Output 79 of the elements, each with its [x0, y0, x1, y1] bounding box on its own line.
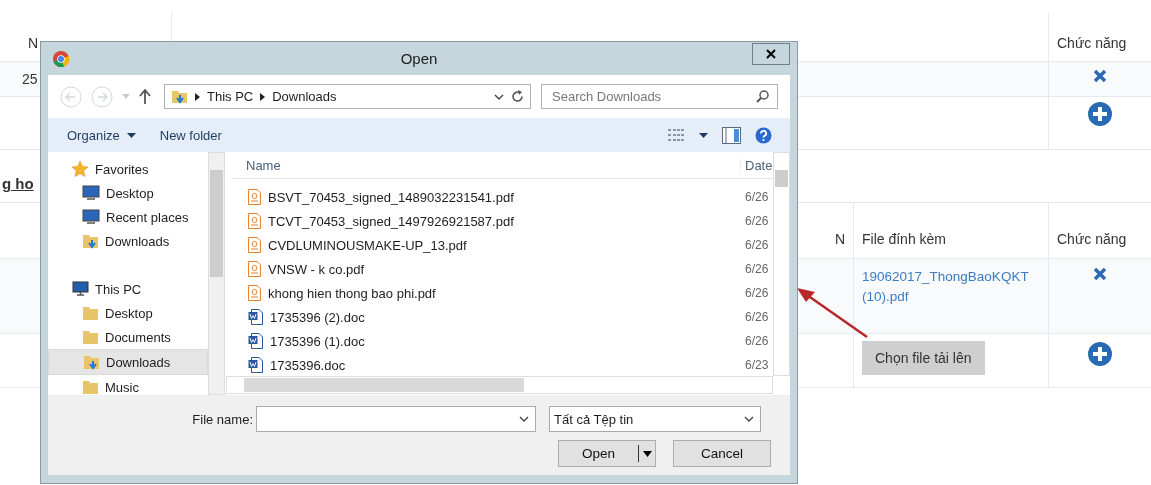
delete-icon[interactable]: [1093, 69, 1107, 83]
add-icon[interactable]: [1087, 341, 1113, 367]
breadcrumb-item[interactable]: This PC: [207, 89, 254, 104]
scrollbar[interactable]: [773, 152, 790, 376]
pdf-file-icon: [248, 285, 261, 301]
nav-item[interactable]: Recent places: [48, 205, 208, 229]
word-file-icon: [248, 309, 263, 325]
nav-item[interactable]: Desktop: [48, 301, 208, 325]
column-header: N: [834, 231, 845, 247]
new-folder-button[interactable]: New folder: [154, 125, 227, 145]
chevron-down-icon[interactable]: [744, 416, 754, 422]
nav-item[interactable]: Documents: [48, 325, 208, 349]
word-file-icon: [248, 333, 263, 349]
help-icon[interactable]: [755, 126, 772, 144]
column-header: File đính kèm: [862, 231, 947, 247]
caret-icon: [126, 132, 136, 138]
section-heading: g ho: [2, 175, 34, 192]
preview-pane-icon[interactable]: [722, 126, 741, 144]
star-icon: [71, 160, 89, 178]
cancel-button[interactable]: Cancel: [673, 440, 771, 467]
file-type-dropdown[interactable]: Tất cả Tệp tin: [549, 406, 761, 432]
dialog-title: Open: [400, 50, 438, 67]
file-row[interactable]: CVDLUMINOUSMAKE-UP_13.pdf 6/26: [231, 233, 773, 257]
word-file-icon: [248, 357, 263, 373]
search-icon[interactable]: [756, 90, 769, 103]
file-row[interactable]: TCVT_70453_signed_1497926921587.pdf 6/26: [231, 209, 773, 233]
nav-item[interactable]: Downloads: [48, 349, 208, 375]
monitor-icon: [82, 185, 100, 201]
up-arrow-icon[interactable]: [139, 89, 151, 104]
chevron-down-icon[interactable]: [494, 93, 504, 100]
caret-icon[interactable]: [642, 450, 652, 457]
folder-icon: [171, 88, 188, 105]
close-button[interactable]: [752, 43, 790, 65]
file-row[interactable]: VNSW - k co.pdf 6/26: [231, 257, 773, 281]
add-icon[interactable]: [1087, 101, 1113, 127]
pdf-file-icon: [248, 237, 261, 253]
pdf-file-icon: [248, 213, 261, 229]
column-header: Chức năng: [1057, 35, 1127, 51]
field-label: File name:: [191, 411, 254, 427]
folder-icon: [82, 233, 99, 249]
chevron-down-icon[interactable]: [519, 416, 529, 422]
address-bar[interactable]: This PC Downloads: [164, 84, 531, 109]
upload-button[interactable]: Chọn file tải lên: [862, 341, 985, 375]
file-row[interactable]: 1735396.doc 6/23: [231, 353, 773, 377]
view-options-icon[interactable]: [667, 128, 685, 142]
column-header: N: [28, 35, 39, 51]
file-row[interactable]: khong hien thong bao phi.pdf 6/26: [231, 281, 773, 305]
folder-icon: [83, 354, 100, 370]
file-row[interactable]: 1735396 (2).doc 6/26: [231, 305, 773, 329]
monitor-icon: [82, 209, 100, 225]
browser-logo-icon: [52, 50, 70, 68]
file-row[interactable]: BSVT_70453_signed_1489032231541.pdf 6/26: [231, 185, 773, 209]
column-header: Chức năng: [1057, 231, 1127, 247]
nav-item[interactable]: This PC: [48, 277, 208, 301]
scrollbar[interactable]: [208, 152, 225, 395]
chevron-icon: [195, 92, 200, 101]
column-header[interactable]: Name: [231, 157, 740, 173]
open-button[interactable]: Open: [558, 440, 656, 467]
file-name-field[interactable]: [256, 406, 536, 432]
computer-icon: [71, 281, 89, 297]
chevron-icon: [260, 92, 266, 101]
scrollbar[interactable]: [226, 376, 773, 394]
delete-icon[interactable]: [1093, 267, 1107, 281]
pdf-file-icon: [248, 189, 261, 205]
nav-item[interactable]: Desktop: [48, 181, 208, 205]
pdf-file-icon: [248, 261, 261, 277]
organize-button[interactable]: Organize: [62, 125, 141, 145]
nav-item[interactable]: Music: [48, 375, 208, 395]
search-field[interactable]: Search Downloads: [541, 84, 778, 109]
breadcrumb-item[interactable]: Downloads: [272, 89, 337, 104]
table-cell: 25: [22, 71, 38, 87]
nav-item[interactable]: Downloads: [48, 229, 208, 253]
nav-item[interactable]: Favorites: [48, 157, 208, 181]
file-row[interactable]: 1735396 (1).doc 6/26: [231, 329, 773, 353]
folder-icon: [82, 329, 99, 345]
folder-icon: [82, 305, 99, 321]
close-icon: [766, 49, 776, 59]
refresh-icon[interactable]: [511, 90, 524, 103]
caret-icon[interactable]: [699, 132, 708, 138]
